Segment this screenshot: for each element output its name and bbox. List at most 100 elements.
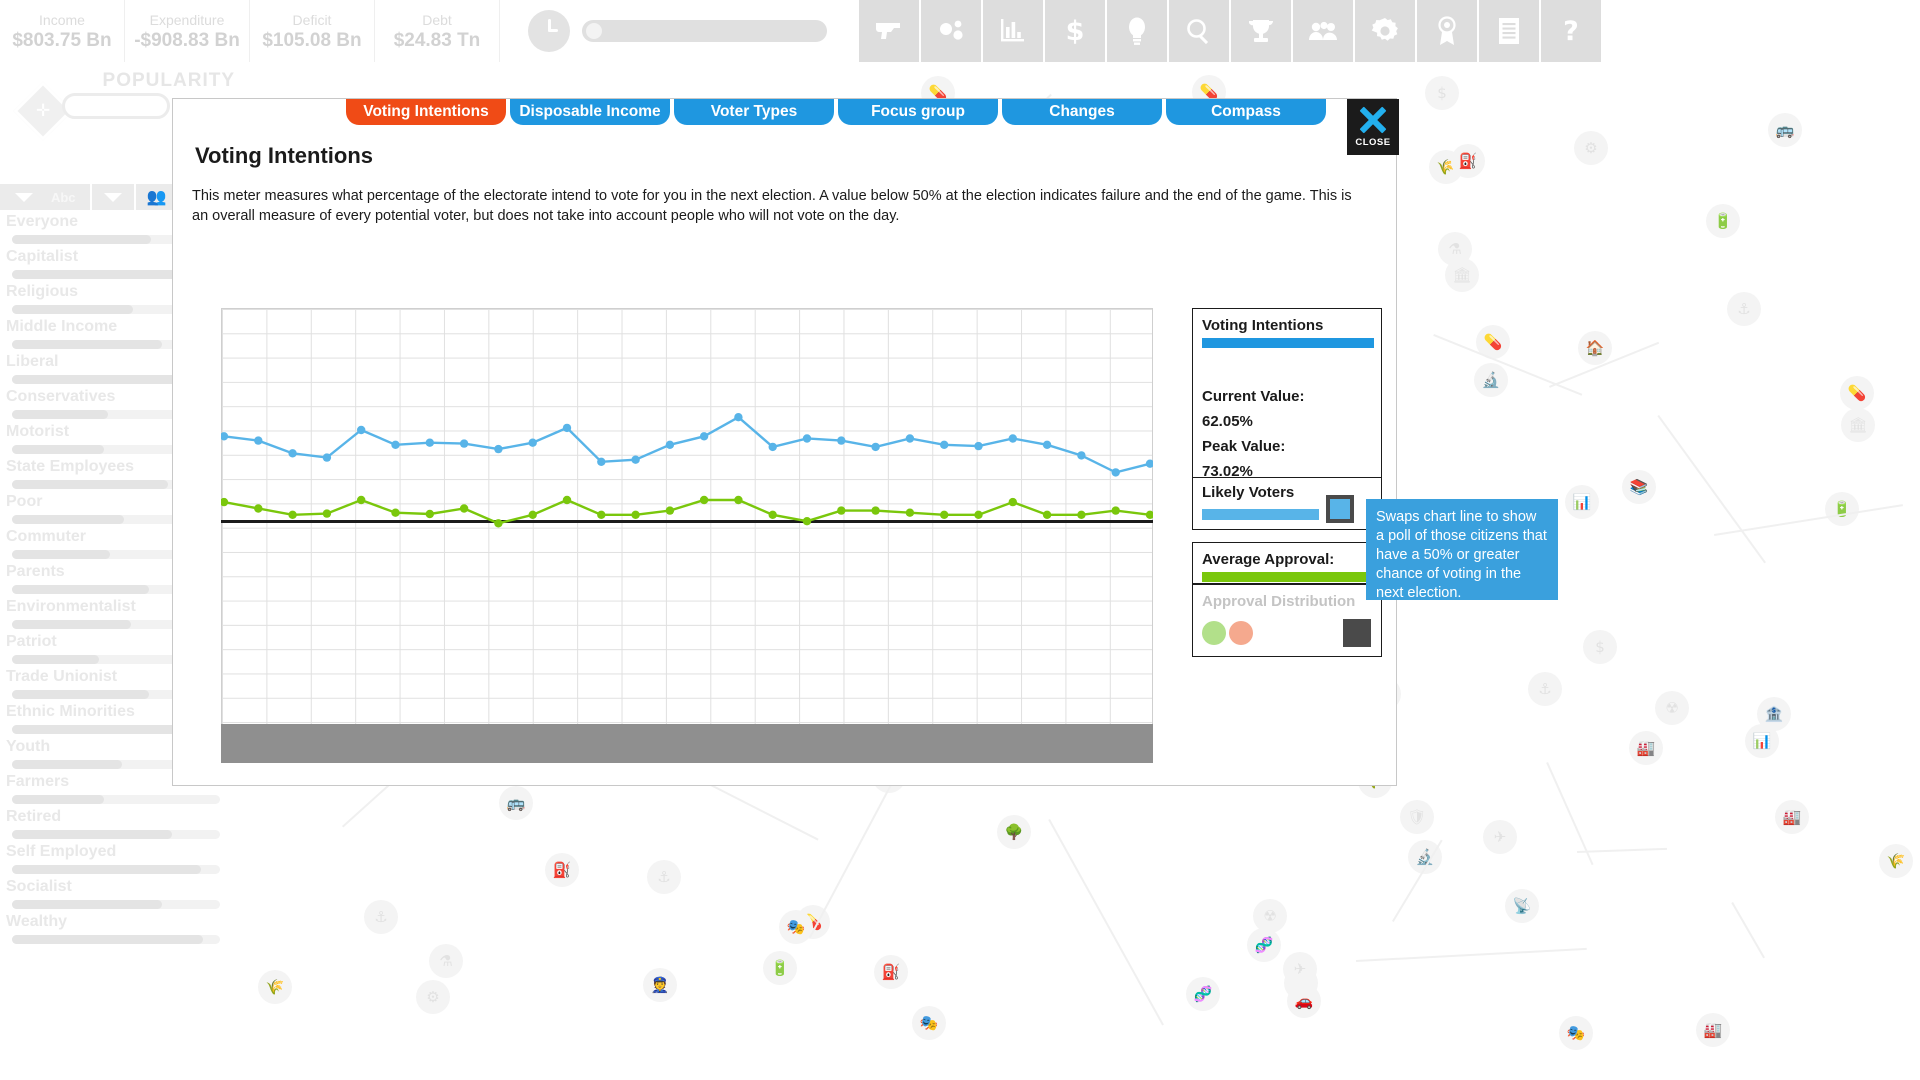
popularity-fill [12, 515, 125, 524]
policy-node[interactable]: 🏛 [1841, 408, 1875, 442]
policy-node[interactable]: 🛡 [1400, 800, 1434, 834]
popularity-fill [12, 550, 110, 559]
policy-node[interactable]: ⛽ [545, 853, 579, 887]
policy-node[interactable]: 🔬 [1474, 363, 1508, 397]
policy-node[interactable]: ⚓ [1528, 672, 1562, 706]
policy-node[interactable]: 🏭 [1775, 800, 1809, 834]
policy-node[interactable]: 🌾 [258, 970, 292, 1004]
policy-node[interactable]: ✈ [1483, 820, 1517, 854]
policy-node[interactable]: 🏛 [1445, 258, 1479, 292]
sort-caret-button[interactable]: Abc [0, 184, 91, 210]
policy-node[interactable]: 🧬 [1247, 928, 1281, 962]
bubbles-icon[interactable] [921, 0, 983, 62]
policy-link [1731, 902, 1765, 959]
trophy-icon[interactable] [1231, 0, 1293, 62]
policy-node[interactable]: ⛽ [1451, 144, 1485, 178]
sidebar-item-label: Youth [6, 738, 51, 755]
popularity-fill [12, 270, 189, 279]
document-icon[interactable] [1479, 0, 1541, 62]
chart-point [494, 519, 503, 528]
finance-label: Deficit [292, 11, 332, 28]
policy-node[interactable]: ⚗ [429, 944, 463, 978]
tab-focus-group[interactable]: Focus group [838, 99, 998, 125]
popularity-fill [12, 830, 173, 839]
award-icon[interactable] [1417, 0, 1479, 62]
sidebar-item-retired[interactable]: Retired [0, 807, 243, 842]
sidebar-item-socialist[interactable]: Socialist [0, 877, 243, 912]
popularity-fill [12, 340, 162, 349]
military-icon[interactable] [859, 0, 921, 62]
policy-node[interactable]: 🌾 [1879, 844, 1913, 878]
policy-node[interactable]: 🔋 [1825, 492, 1859, 526]
policy-node[interactable]: 🔋 [763, 951, 797, 985]
tab-voter-types[interactable]: Voter Types [674, 99, 834, 125]
policy-node[interactable]: ✈ [1283, 952, 1317, 986]
policy-node[interactable]: 📚 [1622, 470, 1656, 504]
tab-disposable-income[interactable]: Disposable Income [510, 99, 670, 125]
chart-line-0 [223, 415, 1151, 474]
turn-progress-bar[interactable] [582, 20, 827, 42]
modal-description: This meter measures what percentage of t… [192, 188, 1352, 224]
policy-node[interactable]: 🎭 [912, 1006, 946, 1040]
tab-changes[interactable]: Changes [1002, 99, 1162, 125]
sidebar-item-label: Patriot [6, 633, 57, 650]
policy-node[interactable]: 🚌 [499, 786, 533, 820]
policy-node[interactable]: ⚙ [416, 980, 450, 1014]
sidebar-search-input[interactable] [62, 93, 170, 119]
policy-node[interactable]: 👮 [643, 968, 677, 1002]
policy-node[interactable]: ⚓ [364, 900, 398, 934]
filter-caret-button[interactable] [92, 184, 134, 210]
policy-node[interactable]: 📊 [1565, 485, 1599, 519]
likely-voters-tooltip: Swaps chart line to show a poll of those… [1366, 499, 1558, 601]
policy-node[interactable]: 💊 [1840, 376, 1874, 410]
info-panel-title: Voting Intentions [1202, 317, 1324, 334]
search-icon[interactable] [1169, 0, 1231, 62]
policy-node[interactable]: $ [1425, 76, 1459, 110]
policy-node[interactable]: 🏭 [1629, 731, 1663, 765]
help-icon[interactable]: ? [1541, 0, 1603, 62]
policy-node[interactable]: ⚓ [647, 860, 681, 894]
likely-voters-toggle[interactable] [1326, 495, 1354, 523]
approval-distribution-toggle[interactable] [1343, 619, 1371, 647]
popularity-fill [12, 655, 100, 664]
policy-node[interactable]: 🔋 [1706, 204, 1740, 238]
policy-node[interactable]: 📡 [1505, 889, 1539, 923]
policy-node[interactable]: 🏠 [1578, 331, 1612, 365]
sidebar-item-self-employed[interactable]: Self Employed [0, 842, 243, 877]
voting-intentions-chart [221, 308, 1153, 763]
policy-node[interactable]: ⛽ [874, 955, 908, 989]
turn-progress-knob[interactable] [586, 23, 602, 39]
policy-node[interactable]: $ [1583, 630, 1617, 664]
group-people-button[interactable]: 👥 [135, 184, 178, 210]
policy-node[interactable]: 🏦 [1757, 697, 1791, 731]
settings-gear-icon[interactable] [1355, 0, 1417, 62]
chart-point [1077, 451, 1086, 460]
people-icon[interactable] [1293, 0, 1355, 62]
policy-node[interactable]: 🚗 [1287, 984, 1321, 1018]
bar-chart-icon[interactable] [983, 0, 1045, 62]
chart-timeline-bar[interactable] [221, 724, 1153, 763]
approval-dot-negative [1229, 621, 1253, 645]
sidebar-item-label: Everyone [6, 213, 79, 230]
tab-compass[interactable]: Compass [1166, 99, 1326, 125]
policy-node[interactable]: 🌳 [997, 815, 1031, 849]
close-button[interactable]: CLOSE [1347, 99, 1399, 155]
popularity-fill [12, 620, 131, 629]
finance-label: Expenditure [149, 11, 225, 28]
policy-node[interactable]: ☢ [1655, 691, 1689, 725]
policy-node[interactable]: 🚌 [1768, 113, 1802, 147]
dollar-icon[interactable]: $ [1045, 0, 1107, 62]
tab-voting-intentions[interactable]: Voting Intentions [346, 99, 506, 125]
info-panel-color-bar [1202, 338, 1374, 348]
policy-node[interactable]: ⚙ [1574, 131, 1608, 165]
policy-node[interactable]: 🏭 [1696, 1013, 1730, 1047]
sidebar-item-wealthy[interactable]: Wealthy [0, 912, 243, 947]
sidebar-item-label: Farmers [6, 773, 70, 790]
clock-icon[interactable] [528, 10, 570, 52]
policy-node[interactable]: 🧬 [1186, 977, 1220, 1011]
chart-point [528, 510, 537, 519]
policy-node[interactable]: 🎭 [779, 910, 813, 944]
policy-node[interactable]: 🎭 [1559, 1016, 1593, 1050]
lightbulb-icon[interactable] [1107, 0, 1169, 62]
policy-node[interactable]: ⚓ [1727, 292, 1761, 326]
